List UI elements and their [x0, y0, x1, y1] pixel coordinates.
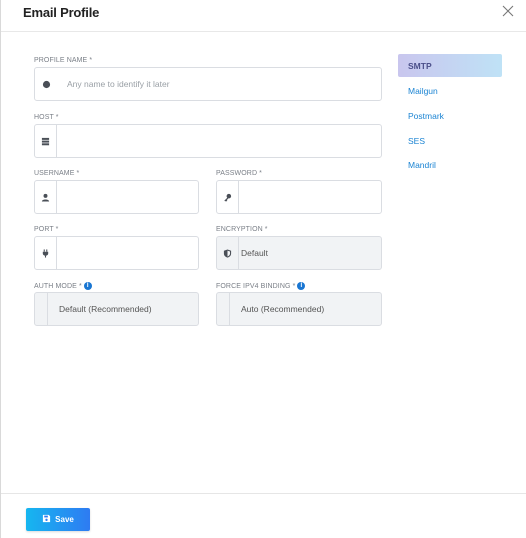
- profile-name-placeholder: Any name to identify it later: [67, 79, 170, 89]
- save-button-label: Save: [55, 515, 74, 524]
- select-left-addon: [35, 293, 48, 325]
- ipv4-binding-select[interactable]: Auto (Recommended): [216, 292, 382, 326]
- provider-tab-postmark[interactable]: Postmark: [398, 104, 502, 127]
- select-left-addon: [217, 293, 230, 325]
- auth-mode-label: AUTH MODE * i: [34, 282, 92, 290]
- host-field[interactable]: [34, 124, 382, 158]
- username-field[interactable]: [34, 180, 199, 214]
- user-icon: [35, 181, 57, 213]
- circle-icon: [35, 68, 57, 100]
- password-field[interactable]: [216, 180, 382, 214]
- profile-name-label: PROFILE NAME *: [34, 57, 93, 64]
- provider-tab-mailgun[interactable]: Mailgun: [398, 79, 502, 102]
- save-button[interactable]: Save: [26, 508, 90, 531]
- provider-tab-mandril[interactable]: Mandril: [398, 153, 502, 176]
- shield-icon: [217, 237, 239, 269]
- host-label: HOST *: [34, 114, 59, 121]
- password-label: PASSWORD *: [216, 170, 262, 177]
- profile-name-field[interactable]: Any name to identify it later: [34, 67, 382, 101]
- server-icon: [35, 125, 57, 157]
- ipv4-binding-value: Auto (Recommended): [241, 304, 325, 314]
- floppy-disk-icon: [42, 514, 51, 525]
- ipv4-binding-label: FORCE IPV4 BINDING * i: [216, 282, 306, 290]
- encryption-label: ENCRYPTION *: [216, 226, 268, 233]
- modal-title: Email Profile: [23, 5, 100, 20]
- encryption-select[interactable]: Default: [216, 236, 382, 270]
- auth-mode-value: Default (Recommended): [59, 304, 152, 314]
- modal-header: Email Profile: [1, 0, 526, 32]
- info-icon[interactable]: i: [297, 282, 306, 290]
- info-icon[interactable]: i: [83, 282, 92, 290]
- email-profile-modal: Email Profile PROFILE NAME * Any name to…: [0, 0, 526, 538]
- port-field[interactable]: [34, 236, 199, 270]
- provider-tab-smtp[interactable]: SMTP: [398, 54, 502, 77]
- plug-icon: [35, 237, 57, 269]
- encryption-value: Default: [241, 248, 268, 258]
- username-label: USERNAME *: [34, 170, 80, 177]
- key-icon: [217, 181, 239, 213]
- close-icon[interactable]: [500, 3, 516, 19]
- provider-tab-ses[interactable]: SES: [398, 129, 502, 152]
- auth-mode-select[interactable]: Default (Recommended): [34, 292, 199, 326]
- port-label: PORT *: [34, 226, 59, 233]
